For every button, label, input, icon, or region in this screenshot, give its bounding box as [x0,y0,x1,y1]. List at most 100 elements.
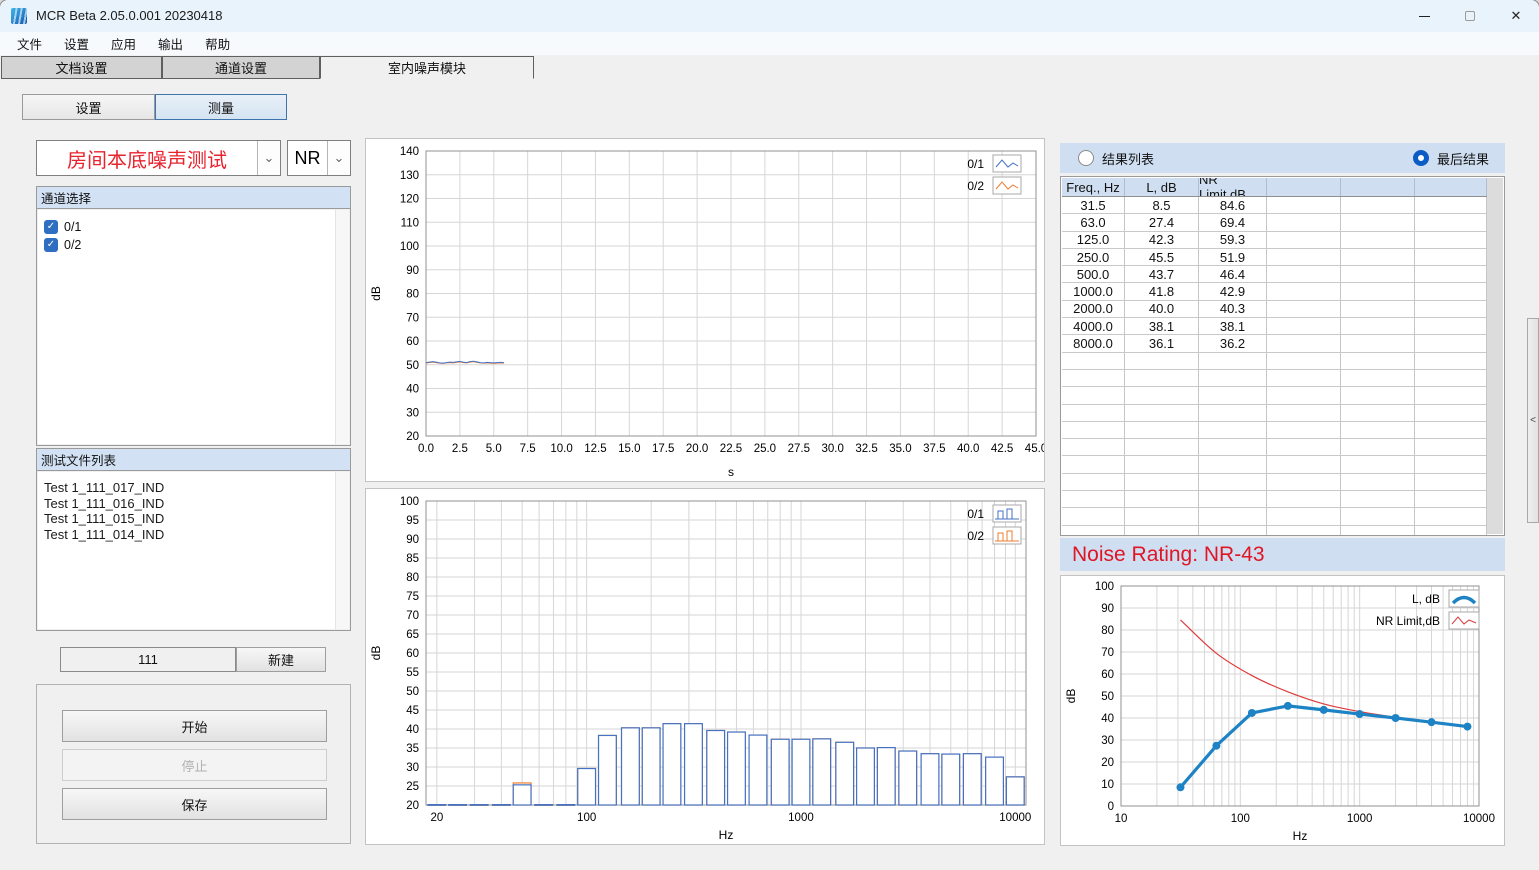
last-result-radio-label: 最后结果 [1437,149,1489,168]
table-cell [1267,266,1341,283]
list-item[interactable]: Test 1_111_014_IND [44,527,335,543]
window-title: MCR Beta 2.05.0.001 20230418 [36,8,222,23]
app-logo-icon [11,8,27,24]
menu-item-output[interactable]: 输出 [147,32,194,55]
nr-combo[interactable]: NR ⌄ [287,140,351,176]
table-row[interactable] [1062,422,1487,439]
menu-item-help[interactable]: 帮助 [194,32,241,55]
stop-button[interactable]: 停止 [62,749,327,781]
close-button[interactable]: ✕ [1493,0,1539,32]
results-table-scrollbar[interactable] [1487,178,1503,534]
channel-item[interactable]: ✓ 0/2 [44,236,335,254]
table-row[interactable]: 31.58.584.6 [1062,197,1487,214]
svg-text:32.5: 32.5 [855,443,877,455]
svg-text:45: 45 [406,705,419,717]
list-item[interactable]: Test 1_111_015_IND [44,511,335,527]
table-cell [1341,353,1415,370]
table-cell [1199,439,1267,456]
table-row[interactable] [1062,370,1487,387]
table-cell [1415,508,1487,525]
table-row[interactable] [1062,439,1487,456]
table-cell [1267,387,1341,404]
table-row[interactable] [1062,353,1487,370]
table-row[interactable] [1062,474,1487,491]
start-button[interactable]: 开始 [62,710,327,742]
list-item[interactable]: Test 1_111_016_IND [44,496,335,512]
result-list-radio[interactable] [1078,150,1094,166]
table-row[interactable]: 2000.040.040.3 [1062,301,1487,318]
svg-text:30: 30 [1101,735,1114,747]
table-cell [1062,422,1125,439]
subtab-settings[interactable]: 设置 [22,94,155,120]
channel-list: ✓ 0/1 ✓ 0/2 [38,210,335,444]
channel-list-scrollbar[interactable] [335,210,349,444]
table-cell [1415,405,1487,422]
channel-item[interactable]: ✓ 0/1 [44,218,335,236]
subtab-measure[interactable]: 测量 [155,94,287,120]
table-row[interactable]: 1000.041.842.9 [1062,283,1487,300]
main-tab-bar: 文档设置 通道设置 室内噪声模块 [0,56,1539,79]
svg-text:Hz: Hz [719,828,734,842]
results-mode-banner: 结果列表 最后结果 [1060,143,1505,173]
table-cell [1199,422,1267,439]
svg-text:120: 120 [400,194,419,206]
table-row[interactable] [1062,526,1487,536]
table-row[interactable]: 500.043.746.4 [1062,266,1487,283]
tab-document-settings[interactable]: 文档设置 [1,56,162,79]
test-file-list-scrollbar[interactable] [335,472,349,629]
table-cell: 46.4 [1199,266,1267,283]
table-row[interactable]: 4000.038.138.1 [1062,318,1487,335]
table-row[interactable] [1062,491,1487,508]
table-row[interactable]: 63.027.469.4 [1062,214,1487,231]
table-cell [1267,474,1341,491]
list-item[interactable]: Test 1_111_017_IND [44,480,335,496]
table-cell [1267,405,1341,422]
new-button[interactable]: 新建 [236,647,326,672]
table-cell [1415,318,1487,335]
table-row[interactable] [1062,508,1487,525]
file-name-input[interactable] [60,647,236,672]
table-cell [1415,197,1487,214]
checkbox-checked-icon[interactable]: ✓ [44,238,58,252]
spectrum-svg: 2025303540455055606570758085909510020100… [366,489,1044,844]
noise-rating-banner: Noise Rating: NR-43 [1060,538,1505,571]
table-cell [1125,526,1199,536]
table-cell [1341,526,1415,536]
menu-item-settings[interactable]: 设置 [53,32,100,55]
table-cell [1267,197,1341,214]
svg-text:dB: dB [369,646,383,661]
svg-text:17.5: 17.5 [652,443,674,455]
table-cell [1062,370,1125,387]
chevron-down-icon[interactable]: ⌄ [327,141,350,175]
panel-collapse-handle[interactable]: < [1527,318,1539,523]
menu-item-file[interactable]: 文件 [6,32,53,55]
table-row[interactable]: 250.045.551.9 [1062,249,1487,266]
table-row[interactable] [1062,387,1487,404]
results-table: Freq., HzL, dBNR Limit,dB31.58.584.663.0… [1060,176,1505,536]
table-cell [1125,353,1199,370]
chevron-down-icon[interactable]: ⌄ [257,141,280,175]
svg-text:Hz: Hz [1293,829,1308,843]
save-button[interactable]: 保存 [62,788,327,820]
table-cell [1415,491,1487,508]
table-row[interactable] [1062,456,1487,473]
minimize-button[interactable] [1401,0,1447,32]
table-cell: 2000.0 [1062,301,1125,318]
table-row[interactable]: 8000.036.136.2 [1062,335,1487,352]
table-cell [1199,353,1267,370]
menu-item-application[interactable]: 应用 [100,32,147,55]
tab-channel-settings[interactable]: 通道设置 [162,56,320,79]
last-result-radio[interactable] [1413,150,1429,166]
table-row[interactable] [1062,405,1487,422]
close-icon: ✕ [1511,8,1522,24]
checkbox-checked-icon[interactable]: ✓ [44,220,58,234]
test-type-combo[interactable]: 房间本底噪声测试 ⌄ [36,140,281,176]
svg-text:110: 110 [401,217,419,229]
tab-indoor-noise-module[interactable]: 室内噪声模块 [320,56,534,79]
svg-text:10: 10 [1101,779,1114,791]
table-cell [1125,491,1199,508]
svg-text:55: 55 [406,667,419,679]
maximize-button[interactable] [1447,0,1493,32]
table-cell: 38.1 [1199,318,1267,335]
table-row[interactable]: 125.042.359.3 [1062,232,1487,249]
